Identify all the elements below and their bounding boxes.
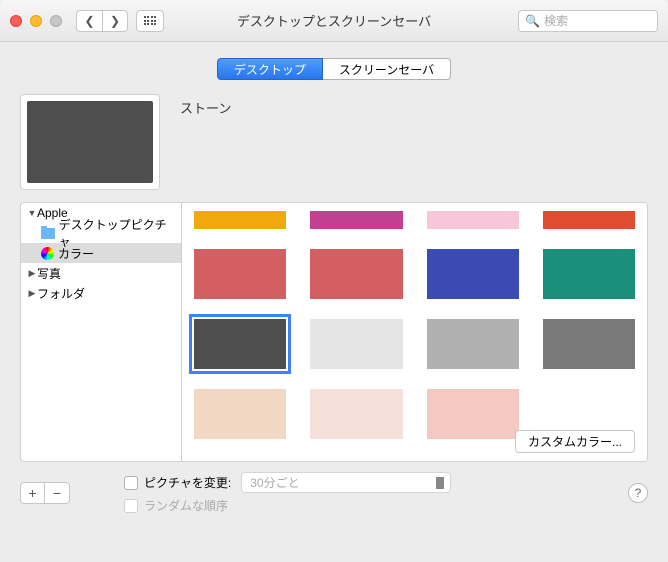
color-swatch[interactable]: [427, 319, 519, 369]
titlebar: ❮ ❯ デスクトップとスクリーンセーバ 🔍: [0, 0, 668, 42]
source-sidebar: ▼ Apple デスクトップピクチャ カラー ▶ 写真 ▶ フォルダ: [20, 202, 182, 462]
color-swatch[interactable]: [194, 211, 286, 229]
change-picture-option[interactable]: ピクチャを変更:: [124, 474, 231, 491]
add-button[interactable]: +: [21, 483, 45, 503]
tab-desktop[interactable]: デスクトップ: [217, 58, 323, 80]
zoom-icon: [50, 15, 62, 27]
custom-color-button[interactable]: カスタムカラー...: [515, 430, 635, 453]
preview-thumbnail: [27, 101, 153, 183]
swatch-grid: [194, 211, 635, 439]
color-swatch[interactable]: [543, 319, 635, 369]
search-input[interactable]: [544, 14, 651, 28]
disclosure-triangle-icon[interactable]: ▼: [27, 208, 37, 218]
sidebar-label: フォルダ: [37, 285, 85, 302]
back-button[interactable]: ❮: [76, 10, 102, 32]
remove-button[interactable]: −: [45, 483, 69, 503]
checkbox-label: ピクチャを変更:: [144, 474, 231, 491]
minimize-icon[interactable]: [30, 15, 42, 27]
help-button[interactable]: ?: [628, 483, 648, 503]
nav-buttons: ❮ ❯: [76, 10, 128, 32]
color-swatch[interactable]: [194, 319, 286, 369]
sidebar-label: 写真: [37, 265, 61, 282]
checkbox: [124, 499, 138, 513]
color-swatch[interactable]: [427, 389, 519, 439]
preview-label: ストーン: [180, 98, 231, 117]
tab-bar: デスクトップ スクリーンセーバ: [20, 58, 648, 80]
sidebar-item-desktop-pictures[interactable]: デスクトップピクチャ: [21, 223, 181, 243]
random-order-option: ランダムな順序: [124, 497, 451, 514]
sidebar-item-photos[interactable]: ▶ 写真: [21, 263, 181, 283]
search-field[interactable]: 🔍: [518, 10, 658, 32]
color-swatch[interactable]: [310, 249, 402, 299]
color-swatch[interactable]: [427, 249, 519, 299]
folder-icon: [41, 228, 55, 239]
color-swatch[interactable]: [427, 211, 519, 229]
disclosure-triangle-icon[interactable]: ▶: [27, 268, 37, 279]
close-icon[interactable]: [10, 15, 22, 27]
checkbox-label: ランダムな順序: [144, 497, 228, 514]
sidebar-item-folders[interactable]: ▶ フォルダ: [21, 283, 181, 303]
traffic-lights: [10, 15, 62, 27]
color-swatch[interactable]: [310, 211, 402, 229]
grid-icon: [144, 16, 157, 25]
color-swatch[interactable]: [194, 249, 286, 299]
select-arrows-icon: ▲▼: [436, 477, 444, 489]
color-swatch[interactable]: [194, 389, 286, 439]
show-all-button[interactable]: [136, 10, 164, 32]
color-swatch[interactable]: [543, 249, 635, 299]
color-swatch[interactable]: [543, 211, 635, 229]
swatch-panel: カスタムカラー...: [182, 202, 648, 462]
window-title: デスクトップとスクリーンセーバ: [237, 11, 431, 30]
interval-select: 30分ごと ▲▼: [241, 472, 451, 493]
checkbox[interactable]: [124, 476, 138, 490]
disclosure-triangle-icon[interactable]: ▶: [27, 288, 37, 299]
desktop-preview: [20, 94, 160, 190]
sidebar-label: カラー: [58, 245, 94, 262]
color-wheel-icon: [41, 247, 54, 260]
tab-screensaver[interactable]: スクリーンセーバ: [323, 58, 451, 80]
color-swatch[interactable]: [310, 389, 402, 439]
select-value: 30分ごと: [250, 474, 299, 491]
forward-button[interactable]: ❯: [102, 10, 128, 32]
add-remove-buttons: + −: [20, 482, 70, 504]
search-icon: 🔍: [525, 14, 540, 28]
color-swatch[interactable]: [310, 319, 402, 369]
